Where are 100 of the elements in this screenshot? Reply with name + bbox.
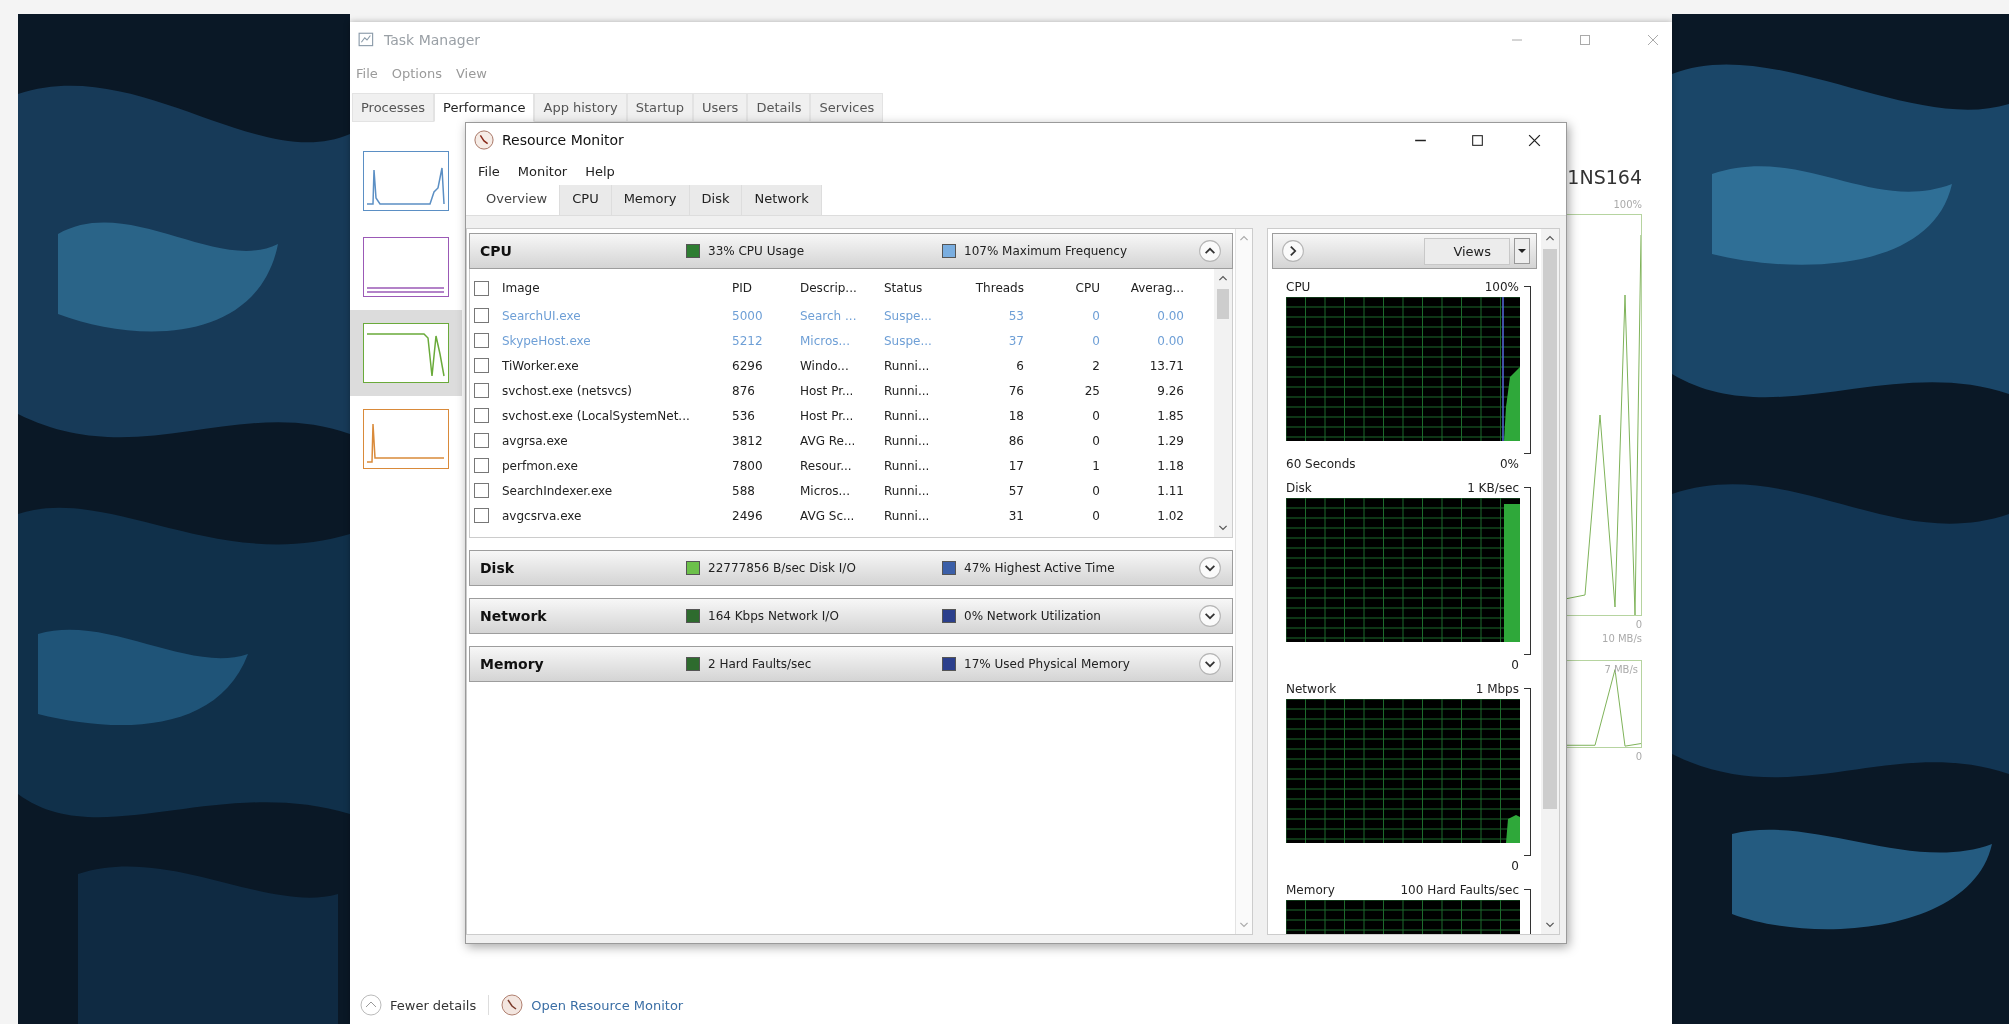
gauge-icon (474, 130, 494, 150)
table-cell-text: Micros... (799, 483, 851, 498)
table-cell-text: 3812 (731, 433, 764, 448)
checkbox[interactable] (474, 483, 489, 498)
table-cell-text: 1.29 (1156, 433, 1185, 448)
table-cell-text: 17 (1007, 458, 1025, 473)
graph-title: CPU (1286, 280, 1311, 294)
table-cell-text: Resour... (799, 458, 853, 473)
time-label: 60 Seconds (1286, 457, 1356, 471)
table-cell-text: 1.18 (1156, 458, 1185, 473)
column-header[interactable]: Image (498, 281, 728, 295)
tab[interactable]: Network (742, 185, 822, 215)
table-cell-text: Runni... (883, 458, 931, 473)
fewer-details-button[interactable]: Fewer details (390, 997, 477, 1013)
checkbox[interactable] (474, 308, 489, 323)
table-cell-text: 86 (1007, 433, 1025, 448)
table-cell-text: 76 (1007, 383, 1025, 398)
table-cell-text: 7800 (731, 458, 764, 473)
task-manager-icon (358, 31, 376, 49)
checkbox[interactable] (474, 280, 489, 296)
table-cell-text: Runni... (883, 358, 931, 373)
checkbox[interactable] (474, 358, 489, 373)
column-header[interactable]: Status (880, 281, 960, 295)
scale-label: 7 MB/s (1604, 663, 1638, 677)
scrollbar-thumb[interactable] (1543, 249, 1557, 809)
scale-label: 1 Mbps (1475, 682, 1519, 696)
column-header[interactable]: PID (728, 281, 796, 295)
scrollbar[interactable] (1541, 229, 1559, 934)
table-cell-text: 0 (1091, 308, 1101, 323)
maximize-icon[interactable] (1470, 132, 1485, 148)
views-button[interactable]: Views (1424, 237, 1510, 265)
table-cell-text: Host Pr... (799, 408, 855, 423)
column-header[interactable]: Averag... (1106, 281, 1190, 295)
window-title: Task Manager (384, 32, 481, 48)
tab[interactable]: Memory (611, 185, 690, 215)
column-header[interactable]: Threads (960, 281, 1030, 295)
table-cell-text: 588 (731, 483, 756, 498)
scale-label: 0 (1635, 618, 1642, 632)
section-header[interactable]: Disk 22777856 B/sec Disk I/O 47% Highest Active Time (469, 550, 1233, 586)
section-title: Memory (480, 656, 545, 672)
collapse-icon[interactable] (1198, 239, 1222, 263)
tab[interactable]: CPU (560, 185, 612, 215)
table-cell-text: 0.00 (1156, 333, 1185, 348)
tab[interactable]: Processes (352, 93, 435, 122)
table-cell-text: 2 (1091, 358, 1101, 373)
column-header[interactable]: CPU (1030, 281, 1106, 295)
menu-item[interactable]: Help (585, 163, 615, 179)
close-icon[interactable] (1527, 132, 1542, 148)
table-cell-text: SkypeHost.exe (501, 333, 592, 348)
scrollbar[interactable] (1214, 269, 1232, 537)
table-cell-text: 6 (1015, 358, 1025, 373)
table-cell-text: 13.71 (1148, 358, 1185, 373)
tab[interactable]: Details (747, 93, 811, 122)
expand-icon[interactable] (1198, 556, 1222, 580)
expand-icon[interactable] (1198, 652, 1222, 676)
tab[interactable]: Users (693, 93, 748, 122)
checkbox[interactable] (474, 383, 489, 398)
table-cell-text: Runni... (883, 483, 931, 498)
section-header[interactable]: Memory 2 Hard Faults/sec 17% Used Physical Memory (469, 646, 1233, 682)
checkbox[interactable] (474, 508, 489, 523)
table-cell-text: 0 (1091, 408, 1101, 423)
table-cell-text: 0.00 (1156, 308, 1185, 323)
scrollbar-thumb[interactable] (1217, 289, 1229, 319)
scale-label: 100% (1484, 280, 1519, 294)
table-cell-text: 876 (731, 383, 756, 398)
table-cell-text: avgcsrva.exe (501, 508, 583, 523)
scale-label: 100 Hard Faults/sec (1400, 883, 1519, 897)
gauge-icon (501, 994, 524, 1016)
tab[interactable]: App history (534, 93, 627, 122)
open-resource-monitor-link[interactable]: Open Resource Monitor (531, 997, 684, 1013)
scale-label: 100% (1613, 198, 1642, 212)
checkbox[interactable] (474, 433, 489, 448)
graph-title: Network (1286, 682, 1337, 696)
tab[interactable]: Startup (626, 93, 693, 122)
expand-right-icon[interactable] (1281, 239, 1305, 263)
table-cell-text: 5000 (731, 308, 764, 323)
checkbox[interactable] (474, 408, 489, 423)
table-cell-text: SearchIndexer.exe (501, 483, 614, 498)
tab[interactable]: Performance (434, 93, 535, 122)
checkbox[interactable] (474, 458, 489, 473)
expand-icon[interactable] (1198, 604, 1222, 628)
menu-item[interactable]: Monitor (517, 163, 568, 179)
tab[interactable]: Disk (689, 185, 743, 215)
stat-text: 33% CPU Usage (708, 244, 805, 258)
menu-item[interactable]: File (478, 163, 500, 179)
table-cell-text: 0 (1091, 433, 1101, 448)
table-cell-text: 53 (1007, 308, 1025, 323)
tab[interactable]: Services (810, 93, 884, 122)
section-header[interactable]: CPU 33% CPU Usage 107% Maximum Frequency (469, 233, 1233, 269)
scale-label: 10 MB/s (1602, 632, 1642, 646)
table-cell-text: Search ... (799, 308, 858, 323)
window-title: Resource Monitor (502, 132, 624, 148)
column-header[interactable]: Descrip... (796, 281, 880, 295)
section-header[interactable]: Network 164 Kbps Network I/O 0% Network Utilization (469, 598, 1233, 634)
performance-item[interactable] (350, 310, 462, 396)
table-cell-text: avgrsa.exe (501, 433, 569, 448)
checkbox[interactable] (474, 333, 489, 348)
table-cell-text: Runni... (883, 508, 931, 523)
section-title: Network (480, 608, 548, 624)
table-cell-text: 5212 (731, 333, 764, 348)
